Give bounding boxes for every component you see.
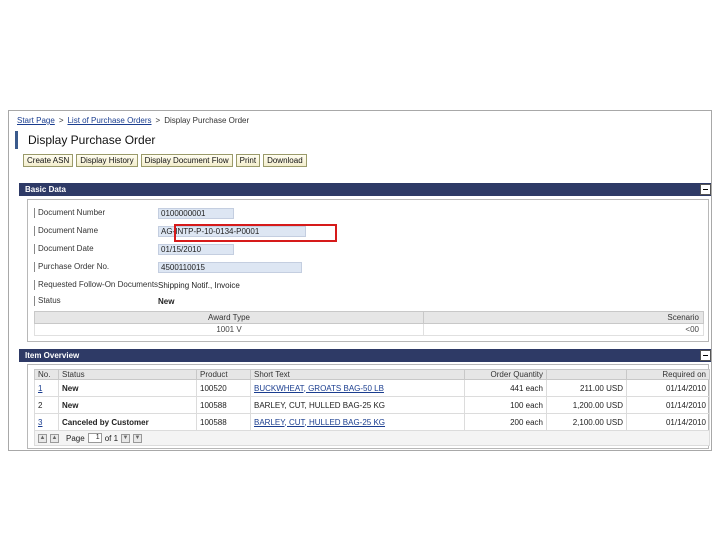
field-status: Status New [34,294,174,308]
item-no-link[interactable]: 1 [38,384,42,393]
first-page-icon[interactable]: ▲ [38,433,47,443]
item-status-cell: Canceled by Customer [58,413,197,431]
item-overview-title: Item Overview [25,351,80,360]
item-date-cell: 01/14/2010 [626,413,710,431]
item-no-link[interactable]: 3 [38,418,42,427]
collapse-icon[interactable] [700,350,711,361]
page-input[interactable]: 1 [87,433,102,443]
document-date-value: 01/15/2010 [158,243,234,255]
basic-data-panel: Document Number 0100000001 Document Name… [27,199,709,342]
field-purchase-order-no: Purchase Order No. 4500110015 [34,260,302,274]
field-document-date: Document Date 01/15/2010 [34,242,234,256]
scenario-header: Scenario [423,311,704,324]
highlight-box [174,224,337,242]
item-no-cell: 2 [34,396,59,414]
create-asn-button[interactable]: Create ASN [23,154,74,167]
pager: ▲ ▲ Page 1 of 1 ▼ ▼ [38,433,706,443]
item-qty-cell: 100 each [464,396,547,414]
toolbar: Create ASN Display History Display Docum… [23,154,307,167]
status-value: New [158,296,175,306]
field-label: Document Name [34,226,158,236]
breadcrumb: Start Page > List of Purchase Orders > Displ… [17,116,249,125]
display-history-button[interactable]: Display History [76,154,138,167]
col-no: No. [34,369,59,380]
previous-page-icon[interactable]: ▲ [50,433,59,443]
item-short-text-link[interactable]: BUCKWHEAT, GROATS BAG-50 LB [254,384,384,393]
table-row: 2 New 100588 BARLEY, CUT, HULLED BAG-25 … [34,396,710,414]
item-date-cell: 01/14/2010 [626,379,710,397]
item-short-text-cell: BARLEY, CUT, HULLED BAG-25 KG [250,396,465,414]
breadcrumb-separator: > [155,116,161,125]
col-status: Status [58,369,197,380]
item-value-cell: 1,200.00 USD [546,396,627,414]
display-document-flow-button[interactable]: Display Document Flow [140,154,233,167]
field-document-number: Document Number 0100000001 [34,206,234,220]
item-date-cell: 01/14/2010 [626,396,710,414]
breadcrumb-separator: > [58,116,64,125]
field-label: Purchase Order No. [34,262,158,272]
print-button[interactable]: Print [235,154,261,167]
col-order-quantity: Order Quantity [464,369,547,380]
breadcrumb-list-of-purchase-orders[interactable]: List of Purchase Orders [67,116,151,125]
document-number-value: 0100000001 [158,207,234,219]
next-page-icon[interactable]: ▼ [121,433,131,443]
item-product-cell: 100520 [196,379,251,397]
page-of-label: of 1 [104,433,119,443]
breadcrumb-current: Display Purchase Order [164,116,250,125]
field-follow-on-documents: Requested Follow-On Documents Shipping N… [34,278,240,292]
col-product: Product [196,369,251,380]
item-short-text-cell: BUCKWHEAT, GROATS BAG-50 LB [250,379,465,397]
item-qty-cell: 441 each [464,379,547,397]
item-overview-panel: No. Status Product Short Text Order Quan… [27,364,710,449]
item-product-cell: 100588 [196,396,251,414]
item-qty-cell: 200 each [464,413,547,431]
item-value-cell: 211.00 USD [546,379,627,397]
scenario-value: <00 [423,323,704,336]
basic-data-header: Basic Data [19,183,711,196]
breadcrumb-start-page[interactable]: Start Page [17,116,55,125]
table-row: 1 New 100520 BUCKWHEAT, GROATS BAG-50 LB… [34,379,710,397]
item-short-text-link[interactable]: BARLEY, CUT, HULLED BAG-25 KG [254,418,385,427]
last-page-icon[interactable]: ▼ [133,433,143,443]
download-button[interactable]: Download [263,154,307,167]
award-table: Award Type Scenario 1001 V <00 [34,311,704,336]
pager-cell: ▲ ▲ Page 1 of 1 ▼ ▼ [34,430,710,446]
award-type-header: Award Type [34,311,424,324]
field-label: Document Number [34,208,158,218]
pager-row: ▲ ▲ Page 1 of 1 ▼ ▼ [34,430,710,446]
item-status-cell: New [58,379,197,397]
field-label: Status [34,296,158,306]
table-row: 3 Canceled by Customer 100588 BARLEY, CU… [34,413,710,431]
basic-data-title: Basic Data [25,185,66,194]
field-label: Document Date [34,244,158,254]
item-product-cell: 100588 [196,413,251,431]
item-status-cell: New [58,396,197,414]
page-title: Display Purchase Order [15,131,155,149]
collapse-icon[interactable] [700,184,711,195]
award-type-value: 1001 V [34,323,424,336]
col-required-on: Required on [626,369,710,380]
follow-on-documents-value: Shipping Notif., Invoice [158,280,240,290]
purchase-order-no-value: 4500110015 [158,261,302,273]
item-value-cell: 2,100.00 USD [546,413,627,431]
item-short-text-cell: BARLEY, CUT, HULLED BAG-25 KG [250,413,465,431]
field-label: Requested Follow-On Documents [34,280,158,290]
app-frame: Start Page > List of Purchase Orders > Displ… [8,110,712,451]
item-no-cell: 3 [34,413,59,431]
page-label: Page [66,433,85,443]
col-value [546,369,627,380]
col-short-text: Short Text [250,369,465,380]
item-table: No. Status Product Short Text Order Quan… [34,369,710,446]
item-no-cell: 1 [34,379,59,397]
item-overview-header: Item Overview [19,349,711,362]
